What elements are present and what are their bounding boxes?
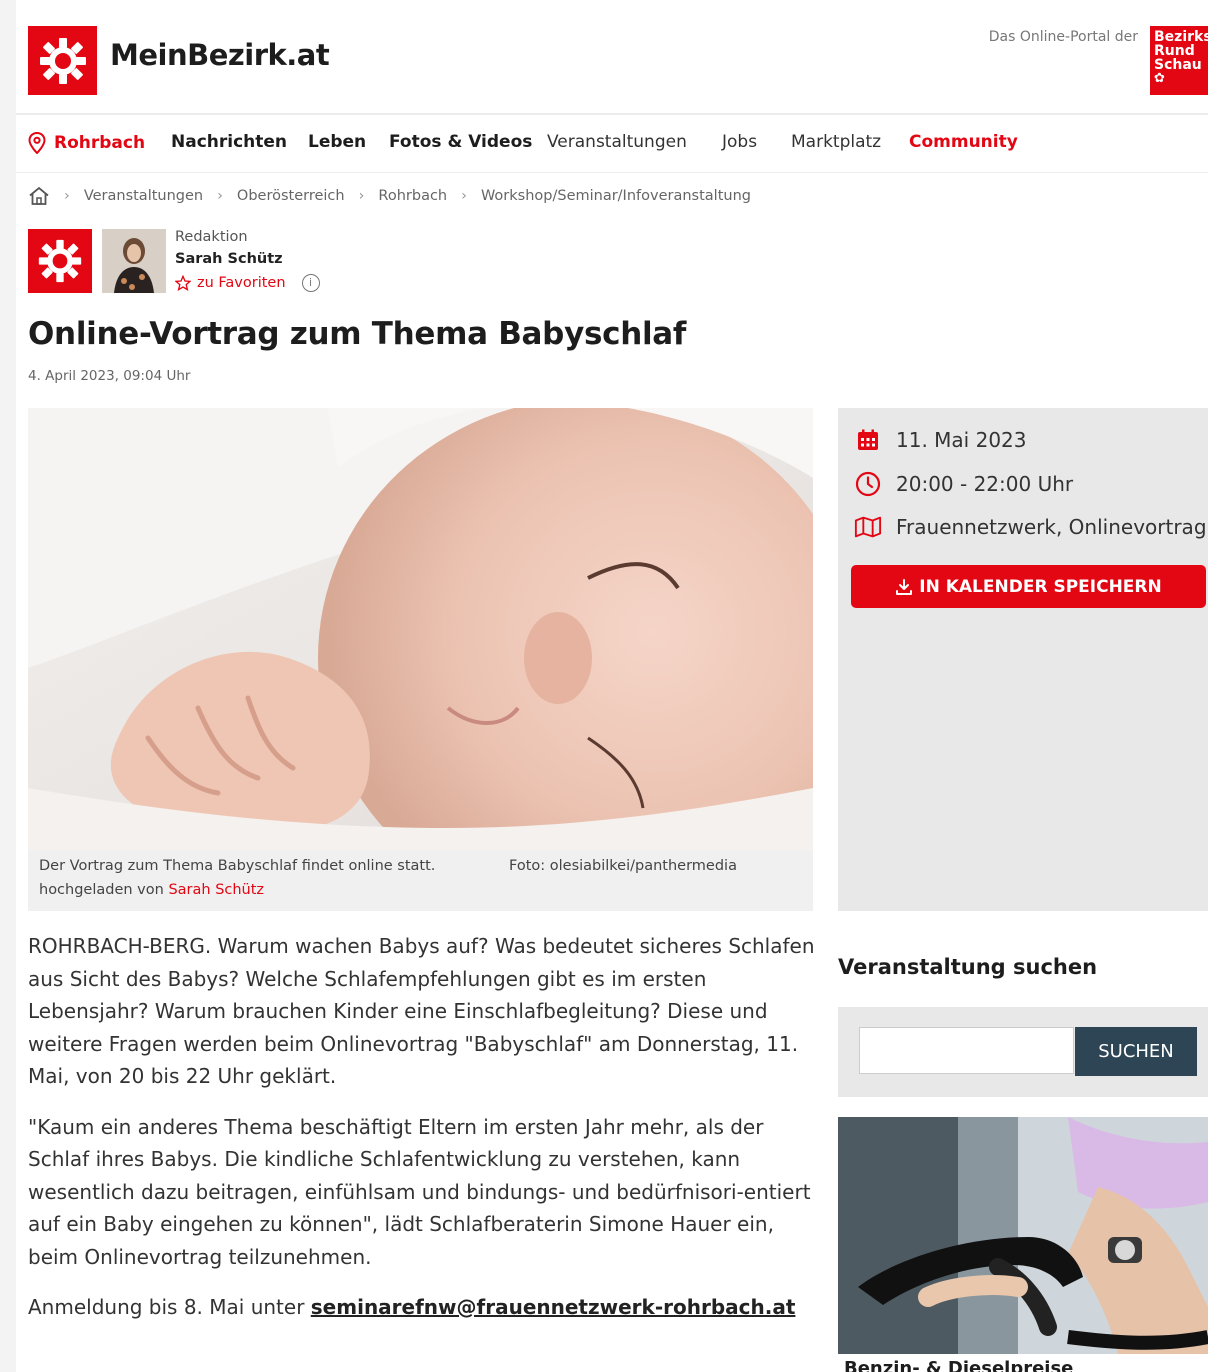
article-body: ROHRBACH-BERG. Warum wachen Babys auf? W…: [28, 930, 818, 1342]
site-header: MeinBezirk.at Das Online-Portal der Bezi…: [16, 0, 1208, 115]
save-to-calendar-label: IN KALENDER SPEICHERN: [919, 576, 1162, 597]
clock-icon: [854, 470, 882, 498]
chevron-right-icon: ›: [461, 188, 467, 204]
main-nav: Rohrbach Nachrichten Leben Fotos & Video…: [16, 115, 1208, 173]
brand-logo-icon: ✿: [1154, 71, 1165, 86]
event-search-title: Veranstaltung suchen: [838, 955, 1098, 979]
nav-item-jobs[interactable]: Jobs: [722, 132, 757, 152]
uploaded-prefix: hochgeladen von: [39, 882, 164, 898]
uploader-link[interactable]: Sarah Schütz: [168, 882, 264, 898]
event-search-box: SUCHEN: [838, 1007, 1208, 1097]
breadcrumb-item[interactable]: Veranstaltungen: [84, 188, 203, 204]
image-caption: Der Vortrag zum Thema Babyschlaf findet …: [28, 850, 813, 911]
article-paragraph: ROHRBACH-BERG. Warum wachen Babys auf? W…: [28, 934, 815, 1088]
page: MeinBezirk.at Das Online-Portal der Bezi…: [16, 0, 1208, 1372]
article-title: Online-Vortrag zum Thema Babyschlaf: [28, 316, 687, 352]
event-location-row: Frauennetzwerk, Onlinevortrag: [854, 513, 1207, 541]
event-time: 20:00 - 22:00 Uhr: [896, 472, 1074, 496]
portal-tagline: Das Online-Portal der: [988, 29, 1138, 45]
favorite-button[interactable]: zu Favoriten i: [175, 274, 320, 292]
calendar-icon: [854, 426, 882, 454]
search-button[interactable]: SUCHEN: [1075, 1027, 1197, 1076]
event-details-box: 11. Mai 2023 20:00 - 22:00 Uhr Frauennet…: [838, 408, 1208, 911]
site-logo-icon[interactable]: [28, 26, 97, 95]
brand-logo-line-3: Schau: [1154, 57, 1202, 73]
teaser-caption[interactable]: Benzin- & Dieselpreise: [844, 1358, 1208, 1372]
favorite-label: zu Favoriten: [197, 275, 286, 291]
event-date: 11. Mai 2023: [896, 428, 1027, 452]
email-link[interactable]: seminarefnw@frauennetzwerk-rohrbach.at: [311, 1295, 796, 1319]
location-pin-icon: [28, 132, 46, 154]
bezirksrundschau-logo[interactable]: Bezirks Rund Schau ✿: [1150, 26, 1208, 95]
nav-location[interactable]: Rohrbach: [28, 132, 145, 154]
author-role: Redaktion: [175, 229, 248, 245]
event-location: Frauennetzwerk, Onlinevortrag: [896, 515, 1207, 539]
brand-logo-line-2: Rund: [1154, 43, 1195, 59]
nav-item-community[interactable]: Community: [909, 132, 1018, 152]
breadcrumb-item[interactable]: Oberösterreich: [237, 188, 345, 204]
chevron-right-icon: ›: [358, 188, 365, 204]
article-date: 4. April 2023, 09:04 Uhr: [28, 368, 191, 384]
uploaded-by: hochgeladen von Sarah Schütz: [39, 882, 264, 898]
article-paragraph: Anmeldung bis 8. Mai unter seminarefnw@f…: [28, 1291, 818, 1324]
chevron-right-icon: ›: [217, 188, 223, 204]
event-search-input[interactable]: [859, 1027, 1074, 1074]
brand-logo-line-1: Bezirks: [1154, 29, 1208, 45]
star-icon: [175, 275, 191, 291]
caption-text: Der Vortrag zum Thema Babyschlaf findet …: [39, 858, 436, 874]
author-name[interactable]: Sarah Schütz: [175, 251, 283, 267]
breadcrumb-item[interactable]: Rohrbach: [378, 188, 447, 204]
home-icon[interactable]: [28, 186, 50, 206]
chevron-right-icon: ›: [64, 188, 70, 204]
article-hero-image[interactable]: [28, 408, 813, 850]
teaser-image[interactable]: [838, 1117, 1208, 1354]
nav-item-fotos-videos[interactable]: Fotos & Videos: [389, 132, 532, 152]
event-date-row: 11. Mai 2023: [854, 426, 1027, 454]
event-time-row: 20:00 - 22:00 Uhr: [854, 470, 1073, 498]
author-avatar[interactable]: [102, 229, 166, 293]
map-icon: [854, 513, 882, 541]
site-logo-text[interactable]: MeinBezirk.at: [110, 38, 330, 72]
redaktion-logo-icon[interactable]: [28, 229, 92, 293]
breadcrumb: › Veranstaltungen › Oberösterreich › Roh…: [28, 185, 751, 207]
nav-item-leben[interactable]: Leben: [308, 132, 366, 152]
info-icon[interactable]: i: [301, 274, 320, 292]
nav-item-veranstaltungen[interactable]: Veranstaltungen: [547, 132, 687, 152]
registration-prefix: Anmeldung bis 8. Mai unter: [28, 1295, 305, 1319]
nav-item-marktplatz[interactable]: Marktplatz: [791, 132, 881, 152]
save-to-calendar-button[interactable]: IN KALENDER SPEICHERN: [851, 565, 1206, 608]
photo-credit: Foto: olesiabilkei/panthermedia: [509, 858, 737, 874]
download-icon: [896, 578, 913, 595]
article-paragraph: "Kaum ein anderes Thema beschäftigt Elte…: [28, 1114, 811, 1269]
nav-location-label: Rohrbach: [54, 133, 146, 153]
breadcrumb-item[interactable]: Workshop/Seminar/Infoveranstaltung: [481, 188, 751, 204]
nav-item-nachrichten[interactable]: Nachrichten: [171, 132, 287, 152]
